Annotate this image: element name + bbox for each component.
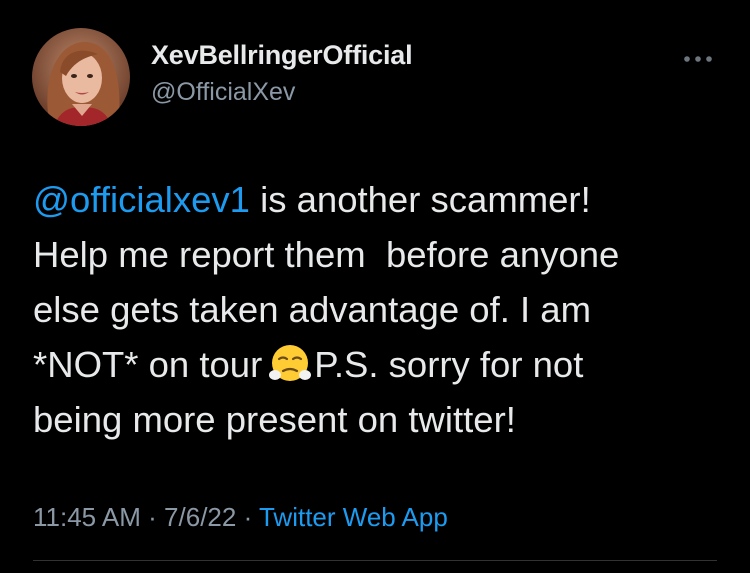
- mention-link[interactable]: @officialxev1: [33, 179, 250, 220]
- tweet-line-5: being more present on twitter!: [33, 399, 516, 440]
- tweet-line-1: is another scammer!: [249, 179, 591, 220]
- profile-photo-icon: [32, 28, 130, 126]
- tweet-meta: 11:45 AM · 7/6/22 · Twitter Web App: [33, 502, 448, 533]
- tweet-line-4b: P.S. sorry for not: [314, 344, 584, 385]
- tweet-text: @officialxev1 is another scammer! Help m…: [33, 172, 733, 447]
- meta-separator: ·: [140, 502, 165, 532]
- tweet-source-link[interactable]: Twitter Web App: [259, 502, 448, 532]
- meta-separator: ·: [236, 502, 259, 532]
- tweet-date[interactable]: 7/6/22: [164, 502, 236, 532]
- tweet-card: XevBellringerOfficial @OfficialXev @offi…: [0, 0, 750, 573]
- avatar[interactable]: [32, 28, 130, 126]
- tweet-time[interactable]: 11:45 AM: [33, 502, 141, 532]
- display-name[interactable]: XevBellringerOfficial: [151, 40, 413, 71]
- tweet-line-3: else gets taken advantage of. I am: [33, 289, 591, 330]
- more-horizontal-icon[interactable]: [681, 51, 715, 67]
- user-handle[interactable]: @OfficialXev: [151, 78, 295, 107]
- divider: [33, 560, 717, 561]
- face-with-steam-from-nose-emoji-icon: [269, 342, 312, 384]
- tweet-line-4a: *NOT* on tour: [33, 344, 263, 385]
- tweet-line-2: Help me report them before anyone: [33, 234, 620, 275]
